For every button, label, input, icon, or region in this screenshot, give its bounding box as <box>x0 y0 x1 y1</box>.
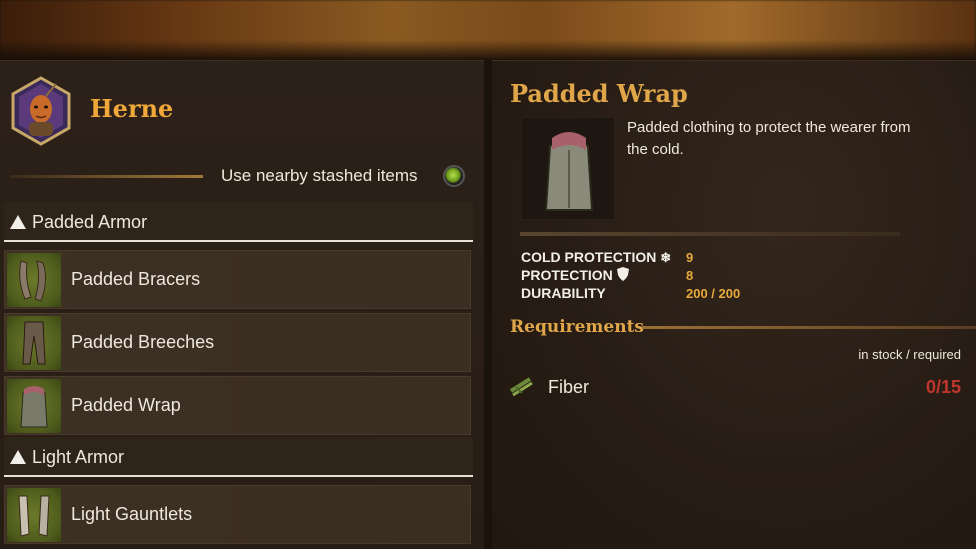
character-avatar[interactable] <box>10 76 72 146</box>
requirement-count: 0/15 <box>925 377 961 397</box>
collapse-triangle-icon <box>10 215 26 229</box>
recipe-item-label: Light Gauntlets <box>71 504 193 524</box>
item-description: Padded clothing to protect the wearer fr… <box>627 119 911 158</box>
breeches-icon <box>7 316 61 370</box>
stat-name: DURABILITY <box>521 285 606 301</box>
character-name: Herne <box>90 94 174 123</box>
category-label: Padded Armor <box>32 212 148 232</box>
recipe-item-light-gauntlets[interactable]: Light Gauntlets <box>4 485 471 544</box>
stat-value: 9 <box>686 250 694 265</box>
stash-toggle-label: Use nearby stashed items <box>221 166 418 185</box>
recipe-item-padded-breeches[interactable]: Padded Breeches <box>4 313 471 372</box>
requirements-divider <box>642 326 976 329</box>
recipe-item-label: Padded Bracers <box>71 269 201 289</box>
snowflake-icon: ❄ <box>660 250 672 265</box>
stat-value: 8 <box>686 268 694 283</box>
requirements-title: Requirements <box>510 317 645 337</box>
requirement-name: Fiber <box>548 377 590 397</box>
item-preview-image <box>521 117 615 220</box>
recipe-item-label: Padded Wrap <box>71 395 181 415</box>
wrap-icon <box>7 379 61 433</box>
recipe-list-panel: Herne Use nearby stashed items Padded Ar… <box>0 60 484 549</box>
detail-divider <box>520 232 900 236</box>
recipe-item-padded-wrap[interactable]: Padded Wrap <box>4 376 471 435</box>
recipe-item-padded-bracers[interactable]: Padded Bracers <box>4 250 471 309</box>
shield-icon <box>616 267 629 283</box>
stat-name: COLD PROTECTION ❄ <box>521 249 672 265</box>
category-padded-armor[interactable]: Padded Armor <box>4 202 473 242</box>
background-banner <box>0 0 976 60</box>
category-light-armor[interactable]: Light Armor <box>4 437 473 477</box>
item-detail-panel: Padded Wrap Padded clothing to protect t… <box>492 60 976 549</box>
collapse-triangle-icon <box>10 450 26 464</box>
gauntlets-icon <box>7 488 61 542</box>
requirements-subtitle: in stock / required <box>858 347 961 362</box>
fiber-icon <box>508 373 534 399</box>
stat-value: 200 / 200 <box>686 286 741 301</box>
recipe-item-label: Padded Breeches <box>71 332 215 352</box>
item-title: Padded Wrap <box>510 79 688 108</box>
stat-name: PROTECTION <box>521 267 629 283</box>
stash-toggle[interactable] <box>443 165 465 187</box>
bracers-icon <box>7 253 61 307</box>
category-label: Light Armor <box>32 447 125 467</box>
stash-divider <box>10 175 203 178</box>
